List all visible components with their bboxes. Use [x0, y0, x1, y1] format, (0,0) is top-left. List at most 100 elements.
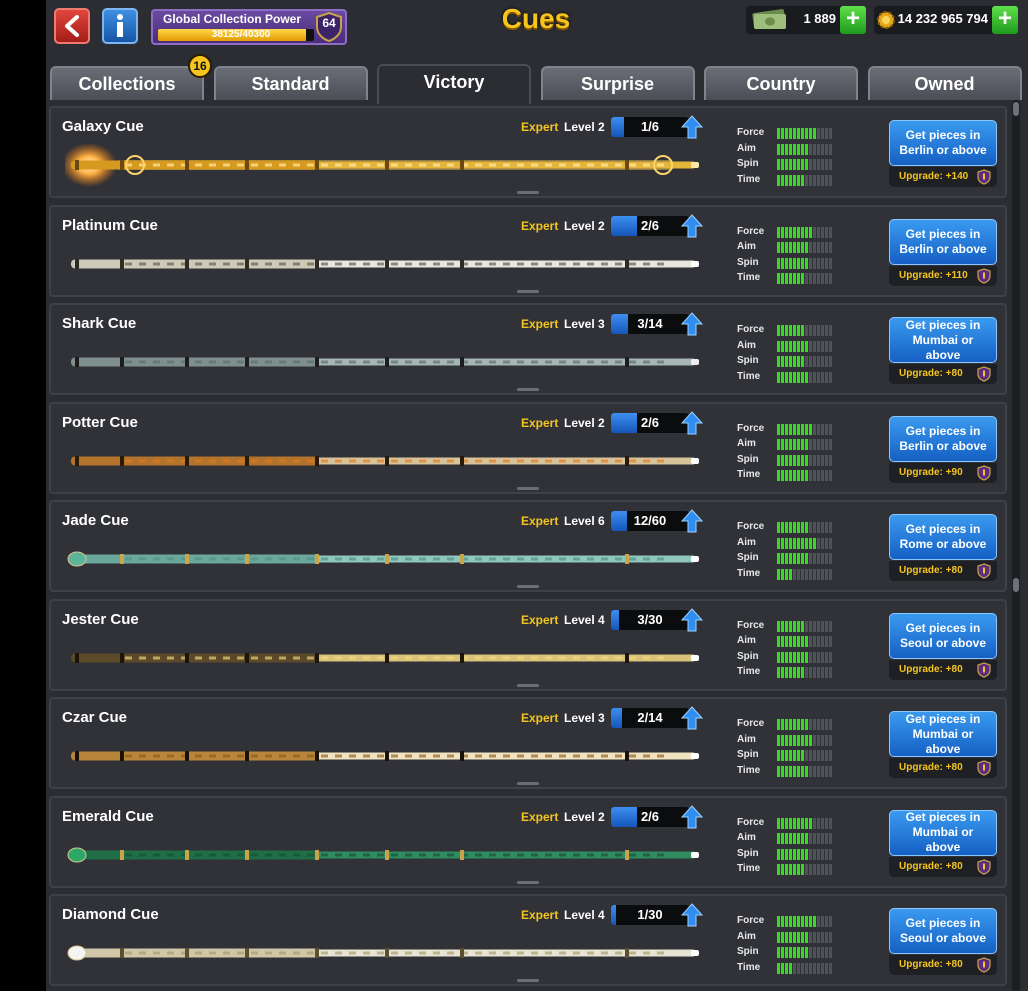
stat-segment: [829, 947, 832, 958]
stat-bar: [777, 931, 833, 943]
tab-owned[interactable]: Owned: [867, 66, 1022, 100]
stat-segment: [829, 636, 832, 647]
stat-label: Force: [737, 521, 765, 532]
get-pieces-button[interactable]: Get pieces in Berlin or above: [889, 415, 997, 462]
tab-country[interactable]: Country: [704, 66, 858, 100]
stat-segment: [829, 765, 832, 777]
stat-segment: [785, 371, 788, 383]
stat-segment: [793, 848, 796, 860]
back-button[interactable]: [54, 8, 90, 44]
up-arrow-icon[interactable]: [681, 706, 703, 730]
stat-segment: [801, 931, 804, 943]
stat-segment: [781, 356, 784, 367]
stat-label: Spin: [737, 847, 759, 859]
stat-label: Time: [737, 567, 761, 579]
cue-name: Platinum Cue: [62, 216, 158, 234]
info-button[interactable]: [102, 8, 138, 44]
cue-card[interactable]: Diamond Cue Expert Level 4 1/30 Force Aim Spin…: [49, 894, 1007, 986]
scrollbar[interactable]: [1012, 100, 1020, 991]
stat-segment: [829, 325, 832, 336]
stat-segment: [817, 143, 820, 155]
get-pieces-label: Get pieces in Mumbai or above: [905, 711, 981, 756]
scrollbar-thumb[interactable]: [1013, 578, 1019, 592]
stat-segment: [817, 439, 820, 450]
stat-segment: [817, 864, 820, 875]
add-cash-button[interactable]: +: [840, 6, 866, 34]
stat-segment: [793, 371, 796, 383]
stat-segment: [797, 522, 800, 533]
cue-card[interactable]: Platinum Cue Expert Level 2 2/6 Force Aim Spin…: [49, 204, 1007, 297]
stat-segment: [817, 848, 820, 860]
get-pieces-button[interactable]: Get pieces in Mumbai or above: [889, 317, 997, 363]
piece-count: 2/6: [640, 414, 660, 430]
up-arrow-icon[interactable]: [681, 607, 703, 632]
scrollbar-thumb[interactable]: [1013, 102, 1019, 116]
get-pieces-button[interactable]: Get pieces in Rome or above: [889, 514, 997, 560]
piece-progress: 2/6: [611, 806, 689, 827]
stat-segment: [821, 371, 824, 383]
stat-segment: [809, 765, 812, 777]
stat-segment: [809, 568, 812, 580]
up-arrow-icon[interactable]: [681, 804, 703, 829]
stat-segment: [805, 719, 808, 730]
cue-rarity: Expert: [521, 120, 559, 134]
up-arrow-icon[interactable]: [681, 312, 703, 336]
up-arrow-icon[interactable]: [681, 410, 703, 435]
up-arrow-icon[interactable]: [681, 115, 703, 139]
stat-segment: [793, 226, 796, 238]
coins-value: 14 232 965 794: [897, 11, 988, 26]
global-collection-power[interactable]: Global Collection Power 38125/40300 64: [151, 9, 347, 45]
up-arrow-icon[interactable]: [681, 509, 703, 533]
piece-progress: 3/30: [611, 609, 689, 630]
stat-segment: [813, 734, 816, 746]
cue-card[interactable]: Emerald Cue Expert Level 2 2/6 Force Aim Spin T…: [49, 795, 1007, 888]
cue-card[interactable]: Galaxy Cue Expert Level 2 1/6 Force Aim Spin Ti…: [49, 106, 1007, 198]
stat-segment: [793, 340, 796, 352]
tab-standard[interactable]: Standard: [213, 66, 368, 100]
cue-card[interactable]: Potter Cue Expert Level 2 2/6 Force Aim Spin Ti…: [49, 401, 1007, 494]
cue-card[interactable]: Jade Cue Expert Level 6 12/60 Force Aim Spin Ti…: [49, 500, 1007, 592]
cue-card[interactable]: Czar Cue Expert Level 3 2/14 Force Aim Spin Tim…: [49, 697, 1007, 789]
stat-segment: [805, 568, 808, 580]
stat-segment: [789, 174, 792, 186]
stat-segment: [817, 750, 820, 761]
stat-segment: [777, 848, 780, 860]
tab-surprise[interactable]: Surprise: [540, 66, 695, 100]
cue-card[interactable]: Jester Cue Expert Level 4 3/30 Force Aim Spin T…: [49, 598, 1007, 691]
stat-segment: [813, 864, 816, 875]
get-pieces-button[interactable]: Get pieces in Berlin or above: [889, 120, 997, 166]
stat-segment: [789, 226, 792, 238]
add-coins-button[interactable]: +: [992, 6, 1018, 34]
stat-segment: [809, 864, 812, 875]
stat-segment: [821, 522, 824, 533]
stat-segment: [813, 931, 816, 943]
stat-segment: [825, 273, 828, 284]
tab-victory[interactable]: Victory: [377, 64, 531, 104]
stat-segment: [789, 423, 792, 435]
up-arrow-icon[interactable]: [681, 903, 703, 927]
stat-force: Force: [737, 126, 857, 142]
stat-segment: [805, 257, 808, 269]
get-pieces-button[interactable]: Get pieces in Mumbai or above: [889, 711, 997, 757]
up-arrow-icon[interactable]: [681, 213, 703, 238]
stat-segment: [825, 439, 828, 450]
stat-segment: [809, 242, 812, 253]
stat-segment: [801, 553, 804, 564]
stat-time: Time: [737, 271, 857, 287]
stat-segment: [825, 553, 828, 564]
page-title: Cues: [501, 3, 571, 34]
stat-segment: [813, 636, 816, 647]
stat-segment: [825, 454, 828, 466]
stat-bar: [777, 916, 833, 927]
cue-card[interactable]: Shark Cue Expert Level 3 3/14 Force Aim Spin Ti…: [49, 303, 1007, 395]
stat-spin: Spin: [737, 650, 857, 666]
tab-collections[interactable]: Collections: [50, 66, 204, 100]
stat-bar: [777, 750, 833, 761]
card-handle: [517, 979, 539, 982]
get-pieces-button[interactable]: Get pieces in Seoul or above: [889, 908, 997, 954]
get-pieces-button[interactable]: Get pieces in Seoul or above: [889, 612, 997, 659]
stat-bar: [777, 636, 833, 647]
get-pieces-button[interactable]: Get pieces in Berlin or above: [889, 218, 997, 265]
stat-segment: [805, 931, 808, 943]
get-pieces-button[interactable]: Get pieces in Mumbai or above: [889, 809, 997, 856]
